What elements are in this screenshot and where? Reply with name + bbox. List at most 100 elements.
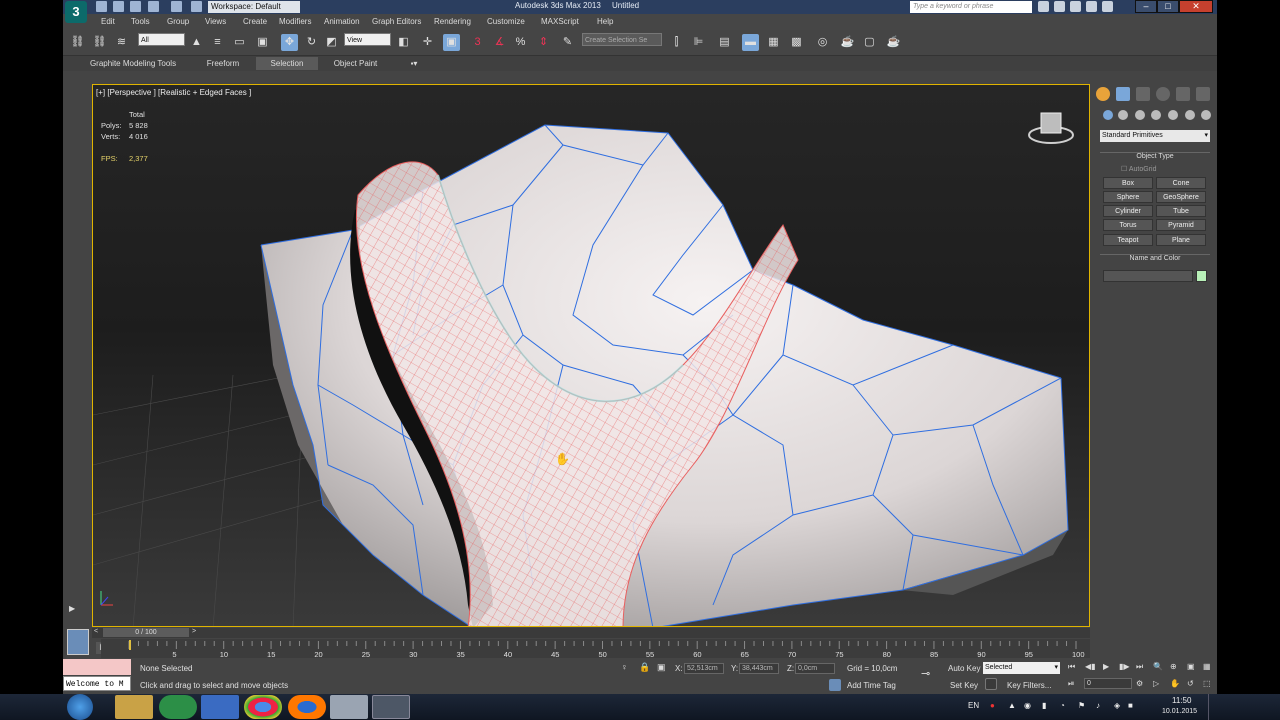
select-by-name-icon[interactable]: ≡ xyxy=(209,34,226,51)
time-slider[interactable]: < 0 / 100 > xyxy=(92,628,1090,638)
key-icon[interactable]: ⊸ xyxy=(921,667,930,680)
play-arrow-icon[interactable]: ▶ xyxy=(69,604,83,618)
project-folder-icon[interactable] xyxy=(191,1,202,12)
menu-help[interactable]: Help xyxy=(597,17,613,26)
edit-named-selection-icon[interactable]: ✎ xyxy=(559,34,576,51)
utorrent-taskbar-icon[interactable] xyxy=(159,695,197,719)
current-frame-field[interactable]: 0 xyxy=(1084,678,1132,689)
open-file-icon[interactable] xyxy=(113,1,124,12)
app-logo-icon[interactable]: 3 xyxy=(65,1,87,23)
menu-group[interactable]: Group xyxy=(167,17,189,26)
x-coordinate-field[interactable]: 52,513cm xyxy=(684,663,724,674)
prev-frame-icon[interactable]: ◀▮ xyxy=(1085,662,1097,674)
pan-view-icon[interactable]: ✋ xyxy=(1170,679,1182,691)
menu-maxscript[interactable]: MAXScript xyxy=(541,17,579,26)
tray-volume-speaker-icon[interactable]: ♪ xyxy=(1096,701,1100,710)
cylinder-button[interactable]: Cylinder xyxy=(1103,205,1153,217)
save-file-icon[interactable] xyxy=(130,1,141,12)
utilities-tab-icon[interactable] xyxy=(1196,87,1210,101)
select-and-scale-icon[interactable]: ◩ xyxy=(323,34,340,51)
named-selection-sets-dropdown[interactable]: Create Selection Se xyxy=(582,33,662,46)
link-icon[interactable]: ⛓ xyxy=(69,34,86,51)
maxscript-listener-pink[interactable] xyxy=(63,659,131,675)
key-filters-button[interactable]: Key Filters... xyxy=(1007,681,1051,690)
rendered-frame-icon[interactable]: ▢ xyxy=(861,34,878,51)
windows-start-button[interactable] xyxy=(67,694,93,720)
sphere-button[interactable]: Sphere xyxy=(1103,191,1153,203)
rectangular-selection-icon[interactable]: ▭ xyxy=(231,34,248,51)
menu-customize[interactable]: Customize xyxy=(487,17,525,26)
orbit-icon[interactable]: ↺ xyxy=(1187,679,1199,691)
pyramid-button[interactable]: Pyramid xyxy=(1156,219,1206,231)
select-and-move-icon[interactable]: ✥ xyxy=(281,34,298,51)
explorer-taskbar-icon[interactable] xyxy=(115,695,153,719)
select-and-rotate-icon[interactable]: ↻ xyxy=(303,34,320,51)
viewport-label[interactable]: [+] [Perspective ] [Realistic + Edged Fa… xyxy=(96,88,251,97)
maximize-viewport-icon[interactable]: ⬚ xyxy=(1203,679,1215,691)
spinner-snap-icon[interactable]: ⇕ xyxy=(535,34,552,51)
field-of-view-icon[interactable]: ▷ xyxy=(1153,679,1165,691)
mirror-icon[interactable]: ⫿ xyxy=(668,34,685,51)
zoom-extents-all-icon[interactable]: ▦ xyxy=(1203,662,1215,674)
goto-start-icon[interactable]: ⏮ xyxy=(1068,662,1080,674)
firefox-taskbar-icon[interactable] xyxy=(288,695,326,719)
systems-icon[interactable] xyxy=(1201,110,1211,120)
workspace-dropdown[interactable]: Workspace: Default xyxy=(208,1,300,13)
cone-button[interactable]: Cone xyxy=(1156,177,1206,189)
render-setup-icon[interactable]: ☕ xyxy=(839,34,856,51)
snaps-toggle-icon[interactable]: 3 xyxy=(469,34,486,51)
isolate-icon[interactable]: ♀ xyxy=(621,662,633,674)
autogrid-checkbox[interactable]: ☐ AutoGrid xyxy=(1121,165,1156,173)
select-manipulate-icon[interactable]: ✛ xyxy=(419,34,436,51)
tray-volume-icon[interactable]: ◔ xyxy=(1060,701,1065,710)
unlink-icon[interactable]: ⛓ xyxy=(91,34,108,51)
tray-network-icon[interactable]: ▲ xyxy=(1008,701,1016,710)
tray-signal-icon[interactable]: ▮ xyxy=(1042,701,1046,710)
torus-button[interactable]: Torus xyxy=(1103,219,1153,231)
primitives-dropdown[interactable]: Standard Primitives ▾ xyxy=(1100,130,1210,142)
tube-button[interactable]: Tube xyxy=(1156,205,1206,217)
zoom-all-icon[interactable]: ⊕ xyxy=(1170,662,1182,674)
chrome-taskbar-icon[interactable] xyxy=(244,695,282,719)
lights-icon[interactable] xyxy=(1135,110,1145,120)
communication-icon[interactable] xyxy=(1070,1,1081,12)
search-input[interactable]: Type a keyword or phrase xyxy=(910,1,1032,13)
binoculars-icon[interactable] xyxy=(1038,1,1049,12)
tray-antivirus-icon[interactable]: ◈ xyxy=(1114,701,1120,710)
menu-edit[interactable]: Edit xyxy=(101,17,115,26)
undo-icon[interactable] xyxy=(148,1,159,12)
maximize-button[interactable]: □ xyxy=(1157,0,1179,13)
show-desktop-button[interactable] xyxy=(1208,694,1216,720)
menu-graph-editors[interactable]: Graph Editors xyxy=(372,17,421,26)
zoom-extents-icon[interactable]: ▣ xyxy=(1187,662,1199,674)
menu-modifiers[interactable]: Modifiers xyxy=(279,17,311,26)
object-name-input[interactable] xyxy=(1103,270,1193,282)
next-frame-icon[interactable]: ▮▶ xyxy=(1119,662,1131,674)
set-key-button[interactable]: Set Key xyxy=(950,681,978,690)
save-app-taskbar-icon[interactable] xyxy=(201,695,239,719)
percent-snap-icon[interactable]: % xyxy=(512,34,529,51)
time-slider-thumb[interactable]: 0 / 100 xyxy=(103,628,189,637)
geometry-icon[interactable] xyxy=(1103,110,1113,120)
box-button[interactable]: Box xyxy=(1103,177,1153,189)
pivot-center-icon[interactable]: ◧ xyxy=(395,34,412,51)
shapes-icon[interactable] xyxy=(1118,110,1128,120)
ribbon-options-icon[interactable]: ▪▾ xyxy=(403,57,425,70)
render-production-icon[interactable]: ☕ xyxy=(885,34,902,51)
add-time-tag[interactable]: Add Time Tag xyxy=(847,681,896,690)
zoom-icon[interactable]: 🔍 xyxy=(1153,662,1165,674)
tab-object-paint[interactable]: Object Paint xyxy=(328,57,383,70)
key-mode-toggle-icon[interactable]: ⏯ xyxy=(1068,679,1080,691)
modify-tab-icon[interactable] xyxy=(1116,87,1130,101)
bind-space-warp-icon[interactable]: ≋ xyxy=(113,34,130,51)
schematic-view-icon[interactable]: ▩ xyxy=(788,34,805,51)
menu-tools[interactable]: Tools xyxy=(131,17,150,26)
time-prev-button[interactable]: < xyxy=(94,628,98,635)
align-icon[interactable]: ⊫ xyxy=(690,34,707,51)
create-tab-icon[interactable] xyxy=(1096,87,1110,101)
absolute-mode-icon[interactable]: ▣ xyxy=(657,662,669,674)
object-color-swatch[interactable] xyxy=(1196,270,1207,282)
time-configuration-icon[interactable]: ⚙ xyxy=(1136,679,1148,691)
graphite-toggle-icon[interactable]: ▬ xyxy=(742,34,759,51)
display-tab-icon[interactable] xyxy=(1176,87,1190,101)
